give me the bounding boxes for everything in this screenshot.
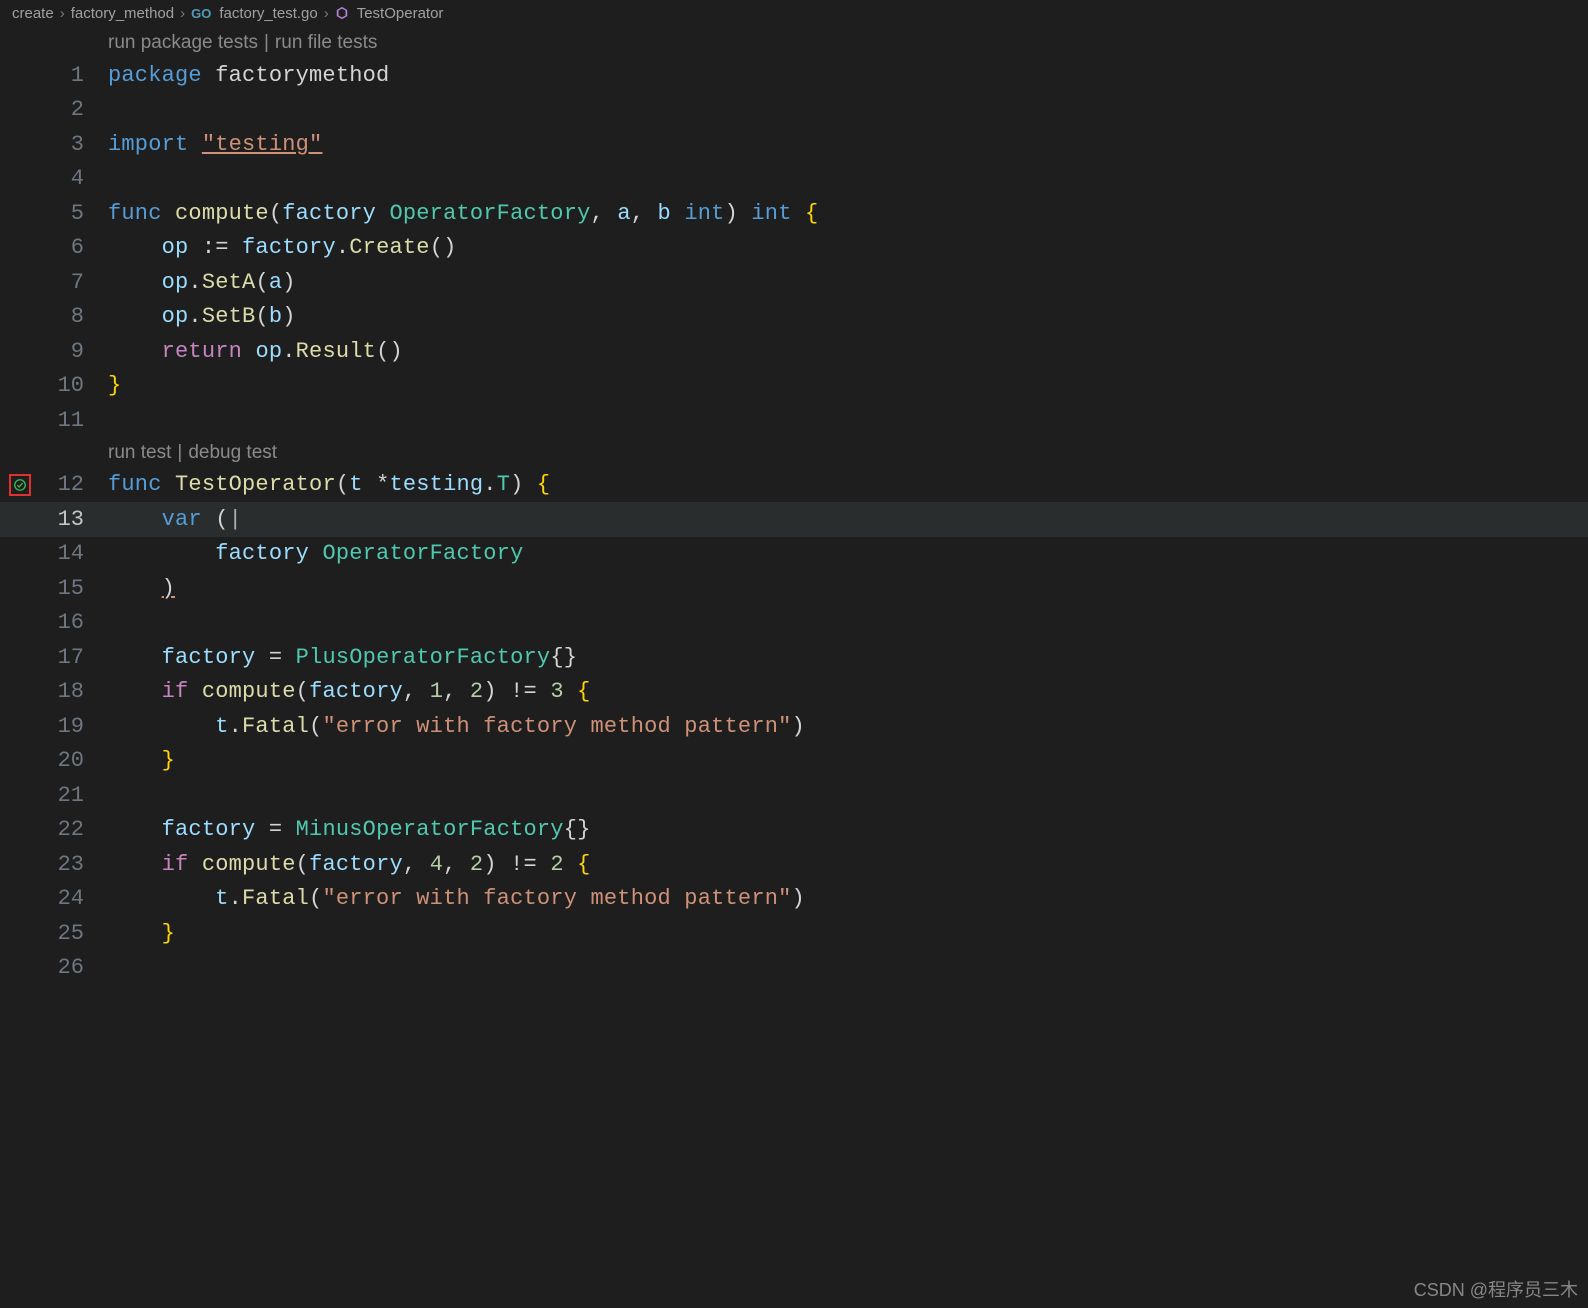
code-line[interactable]: 10} [0, 369, 1588, 404]
line-number: 17 [40, 645, 90, 670]
codelens: run test | debug test [108, 438, 1588, 468]
code-content[interactable]: t.Fatal("error with factory method patte… [90, 886, 805, 911]
code-line[interactable]: 19 t.Fatal("error with factory method pa… [0, 709, 1588, 744]
code-line[interactable]: 26 [0, 951, 1588, 986]
line-number: 25 [40, 921, 90, 946]
line-number: 9 [40, 339, 90, 364]
line-number: 5 [40, 201, 90, 226]
code-content[interactable]: if compute(factory, 1, 2) != 3 { [90, 679, 591, 704]
chevron-right-icon: › [324, 5, 329, 22]
codelens-action[interactable]: run file tests [275, 32, 377, 54]
code-editor[interactable]: run package tests | run file tests 1package… [0, 28, 1588, 985]
code-line[interactable]: 2 [0, 93, 1588, 128]
code-line[interactable]: 20 } [0, 744, 1588, 779]
code-content[interactable]: op := factory.Create() [90, 235, 457, 260]
code-line[interactable]: 23 if compute(factory, 4, 2) != 2 { [0, 847, 1588, 882]
code-line[interactable]: 5func compute(factory OperatorFactory, a… [0, 196, 1588, 231]
line-number: 3 [40, 132, 90, 157]
breadcrumb: create › factory_method › GO factory_tes… [0, 0, 1588, 28]
line-number: 19 [40, 714, 90, 739]
code-line[interactable]: 3import "testing" [0, 127, 1588, 162]
code-line[interactable]: 15 ) [0, 571, 1588, 606]
codelens-action[interactable]: debug test [188, 442, 277, 464]
code-line[interactable]: 7 op.SetA(a) [0, 265, 1588, 300]
line-number: 12 [40, 472, 90, 497]
breadcrumb-item[interactable]: factory_method [71, 5, 174, 22]
line-number: 15 [40, 576, 90, 601]
separator: | [177, 442, 182, 464]
line-number: 8 [40, 304, 90, 329]
codelens: run package tests | run file tests [108, 28, 1588, 58]
code-content[interactable]: op.SetA(a) [90, 270, 296, 295]
code-content[interactable]: package factorymethod [90, 63, 389, 88]
code-line[interactable]: 21 [0, 778, 1588, 813]
chevron-right-icon: › [60, 5, 65, 22]
line-number: 20 [40, 748, 90, 773]
code-line[interactable]: 13 var (| [0, 502, 1588, 537]
code-line[interactable]: 12func TestOperator(t *testing.T) { [0, 468, 1588, 503]
code-content[interactable]: t.Fatal("error with factory method patte… [90, 714, 805, 739]
code-content[interactable]: var (| [90, 507, 242, 532]
code-line[interactable]: 25 } [0, 916, 1588, 951]
code-line[interactable]: 17 factory = PlusOperatorFactory{} [0, 640, 1588, 675]
line-number: 4 [40, 166, 90, 191]
chevron-right-icon: › [180, 5, 185, 22]
separator: | [264, 32, 269, 54]
code-line[interactable]: 11 [0, 403, 1588, 438]
line-number: 18 [40, 679, 90, 704]
symbol-method-icon [335, 6, 349, 20]
code-content[interactable]: ) [90, 576, 175, 601]
codelens-action[interactable]: run test [108, 442, 171, 464]
code-content[interactable]: func compute(factory OperatorFactory, a,… [90, 201, 818, 226]
code-content[interactable]: } [90, 748, 175, 773]
breadcrumb-item[interactable]: create [12, 5, 54, 22]
code-line[interactable]: 8 op.SetB(b) [0, 300, 1588, 335]
test-gutter [0, 474, 40, 496]
code-content[interactable]: } [90, 921, 175, 946]
line-number: 21 [40, 783, 90, 808]
code-line[interactable]: 18 if compute(factory, 1, 2) != 3 { [0, 675, 1588, 710]
code-content[interactable]: } [90, 373, 121, 398]
line-number: 2 [40, 97, 90, 122]
line-number: 7 [40, 270, 90, 295]
breadcrumb-symbol[interactable]: TestOperator [357, 5, 444, 22]
code-line[interactable]: 9 return op.Result() [0, 334, 1588, 369]
line-number: 24 [40, 886, 90, 911]
breadcrumb-file[interactable]: factory_test.go [219, 5, 317, 22]
test-pass-icon[interactable] [9, 474, 31, 496]
code-content[interactable]: factory OperatorFactory [90, 541, 523, 566]
code-content[interactable]: op.SetB(b) [90, 304, 296, 329]
code-line[interactable]: 6 op := factory.Create() [0, 231, 1588, 266]
code-content[interactable]: factory = PlusOperatorFactory{} [90, 645, 577, 670]
code-line[interactable]: 22 factory = MinusOperatorFactory{} [0, 813, 1588, 848]
line-number: 6 [40, 235, 90, 260]
code-content[interactable]: func TestOperator(t *testing.T) { [90, 472, 550, 497]
watermark-text: CSDN @程序员三木 [1414, 1276, 1578, 1302]
line-number: 23 [40, 852, 90, 877]
line-number: 10 [40, 373, 90, 398]
code-line[interactable]: 16 [0, 606, 1588, 641]
line-number: 13 [40, 507, 90, 532]
line-number: 16 [40, 610, 90, 635]
line-number: 14 [40, 541, 90, 566]
code-line[interactable]: 14 factory OperatorFactory [0, 537, 1588, 572]
codelens-action[interactable]: run package tests [108, 32, 258, 54]
code-content[interactable] [90, 955, 162, 980]
line-number: 22 [40, 817, 90, 842]
code-line[interactable]: 24 t.Fatal("error with factory method pa… [0, 882, 1588, 917]
code-line[interactable]: 4 [0, 162, 1588, 197]
line-number: 11 [40, 408, 90, 433]
code-content[interactable]: factory = MinusOperatorFactory{} [90, 817, 591, 842]
code-content[interactable]: import "testing" [90, 132, 322, 157]
line-number: 26 [40, 955, 90, 980]
line-number: 1 [40, 63, 90, 88]
code-content[interactable]: if compute(factory, 4, 2) != 2 { [90, 852, 591, 877]
go-file-icon: GO [191, 6, 211, 21]
code-content[interactable]: return op.Result() [90, 339, 403, 364]
code-line[interactable]: 1package factorymethod [0, 58, 1588, 93]
